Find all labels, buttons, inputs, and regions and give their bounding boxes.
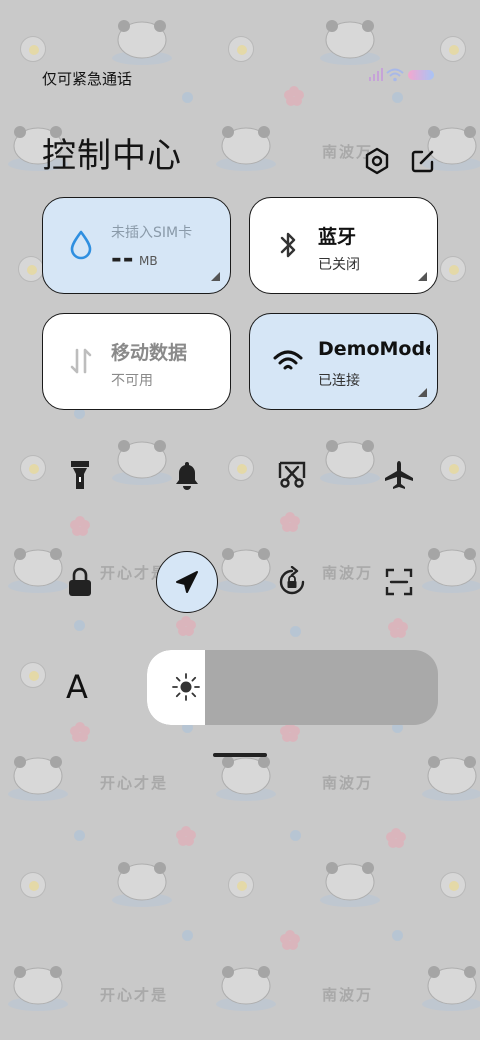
rotation-lock-icon xyxy=(279,566,305,595)
wallpaper-text: 开心才是 xyxy=(100,774,169,792)
bell-icon xyxy=(176,462,198,490)
bluetooth-status: 已关闭 xyxy=(318,257,360,273)
wallpaper-text: 南波万 xyxy=(322,986,374,1004)
screenshot-toggle[interactable] xyxy=(274,457,310,493)
wifi-icon xyxy=(273,350,303,370)
data-arrows-icon xyxy=(70,348,92,374)
status-icons xyxy=(368,68,438,82)
settings-button[interactable] xyxy=(362,146,392,176)
flashlight-toggle[interactable] xyxy=(62,457,98,493)
data-usage-unit: MB xyxy=(139,254,158,268)
mobile-data-label: 移动数据 xyxy=(111,342,188,364)
water-drop-icon xyxy=(70,230,92,260)
wallpaper-text: 开心才是 xyxy=(100,986,169,1004)
wifi-status-icon xyxy=(386,68,404,82)
battery-icon xyxy=(408,70,434,80)
mobile-data-tile[interactable]: 移动数据 不可用 xyxy=(42,313,231,410)
location-toggle[interactable] xyxy=(156,551,218,613)
rotation-lock-toggle[interactable] xyxy=(274,564,310,600)
mobile-data-status: 不可用 xyxy=(111,373,153,389)
brightness-slider[interactable] xyxy=(147,650,438,725)
airplane-toggle[interactable] xyxy=(381,457,417,493)
signal-icon xyxy=(369,68,383,81)
data-usage-value: -- xyxy=(111,244,135,274)
scan-toggle[interactable] xyxy=(381,564,417,600)
airplane-icon xyxy=(385,461,413,489)
font-size-button[interactable]: A xyxy=(66,668,88,706)
bluetooth-tile[interactable]: 蓝牙 已关闭 xyxy=(249,197,438,294)
sim-status-label: 未插入SIM卡 xyxy=(111,225,193,241)
sun-icon xyxy=(172,673,200,701)
edit-icon xyxy=(411,150,434,173)
lock-icon xyxy=(69,567,91,596)
scan-icon xyxy=(385,568,413,596)
expand-corner-icon xyxy=(418,388,427,397)
wifi-tile[interactable]: DemoMode 已连接 xyxy=(249,313,438,410)
bell-toggle[interactable] xyxy=(169,457,205,493)
expand-corner-icon xyxy=(211,272,220,281)
bluetooth-label: 蓝牙 xyxy=(318,226,357,248)
location-icon xyxy=(176,571,198,593)
wifi-status: 已连接 xyxy=(318,373,360,389)
bluetooth-icon xyxy=(280,232,296,258)
page-title: 控制中心 xyxy=(42,136,182,176)
flashlight-icon xyxy=(71,461,89,489)
edit-button[interactable] xyxy=(408,146,438,176)
carrier-status: 仅可紧急通话 xyxy=(42,70,133,88)
expand-corner-icon xyxy=(418,272,427,281)
settings-hexagon-icon xyxy=(365,147,389,175)
wallpaper-text: 南波万 xyxy=(322,774,374,792)
wifi-network-name: DemoMode xyxy=(318,338,430,360)
screen-lock-toggle[interactable] xyxy=(62,564,98,600)
mobile-data-usage-tile[interactable]: 未插入SIM卡 -- MB xyxy=(42,197,231,294)
screenshot-icon xyxy=(278,461,306,488)
wallpaper-text: 南波万 xyxy=(322,564,374,582)
drag-handle[interactable] xyxy=(213,753,267,757)
